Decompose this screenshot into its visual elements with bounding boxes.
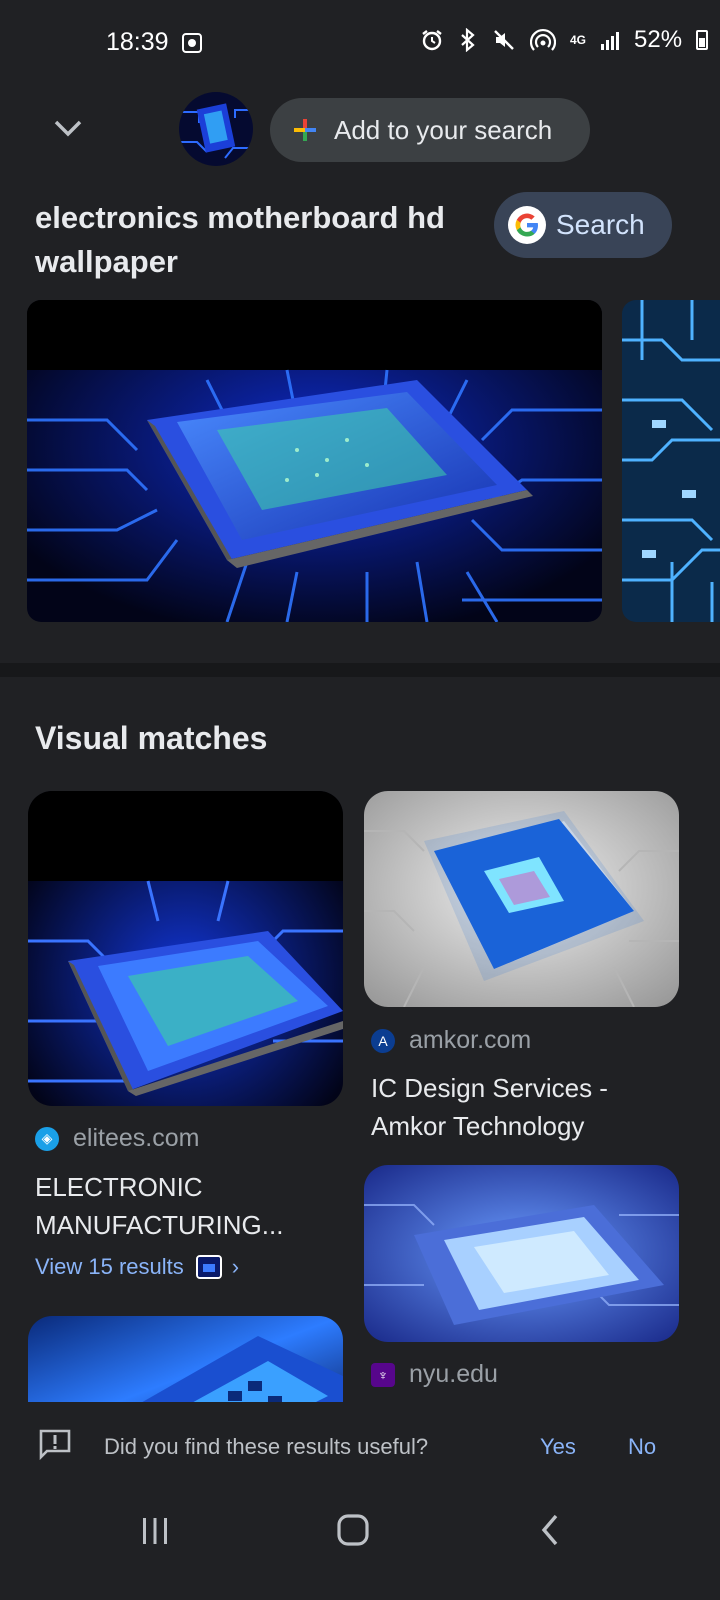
result-source[interactable]: ♆ nyu.edu (371, 1360, 498, 1389)
status-icons: 4G 52% (420, 26, 709, 54)
visual-match-image[interactable] (364, 1165, 679, 1342)
chevron-down-icon[interactable] (50, 110, 86, 146)
visual-match-image[interactable] (364, 791, 679, 1007)
source-domain: nyu.edu (409, 1360, 498, 1388)
source-domain: elitees.com (73, 1124, 200, 1152)
bluetooth-icon (461, 28, 475, 52)
mute-icon (494, 30, 514, 50)
chevron-right-icon: › (231, 1254, 240, 1279)
search-query-text: electronics motherboard hd wallpaper (35, 200, 445, 279)
status-time: 18:39 (106, 28, 169, 56)
alarm-icon (422, 30, 442, 51)
back-icon[interactable] (534, 1512, 568, 1548)
site-favicon-icon: A (371, 1028, 395, 1053)
battery-percent: 52% (634, 26, 683, 53)
feedback-no-button[interactable]: No (628, 1434, 656, 1460)
site-favicon-icon: ♆ (371, 1362, 395, 1387)
result-source[interactable]: A amkor.com (371, 1026, 531, 1055)
recent-apps-icon[interactable] (138, 1514, 172, 1548)
feedback-icon (39, 1429, 71, 1460)
query-thumbnail[interactable] (179, 92, 253, 166)
google-search-button[interactable]: Search (494, 192, 672, 258)
visual-match-image[interactable] (28, 791, 343, 1106)
result-image-main[interactable] (27, 300, 602, 622)
feedback-question: Did you find these results useful? (104, 1434, 429, 1459)
screenshot-icon (182, 33, 202, 53)
system-navigation-bar (0, 1494, 720, 1600)
section-divider (0, 663, 720, 677)
hotspot-icon (530, 28, 556, 51)
result-image-secondary[interactable] (622, 300, 720, 622)
visual-matches-heading: Visual matches (35, 720, 268, 756)
battery-icon (696, 30, 709, 50)
status-bar: 18:39 4G 52% (0, 0, 720, 88)
feedback-yes-button[interactable]: Yes (540, 1434, 576, 1460)
network-4g-icon: 4G (570, 33, 587, 47)
view-more-results-link[interactable]: View 15 results › (35, 1254, 239, 1280)
plus-icon (292, 117, 318, 143)
google-logo-icon (508, 206, 546, 244)
result-title[interactable]: ELECTRONIC MANUFACTURING... (35, 1168, 325, 1244)
source-domain: amkor.com (409, 1026, 532, 1054)
result-source[interactable]: ◈ elitees.com (35, 1124, 199, 1153)
search-button-label: Search (556, 209, 645, 240)
home-icon[interactable] (335, 1512, 371, 1548)
feedback-bar: Did you find these results useful? Yes N… (0, 1402, 720, 1494)
add-to-search-button[interactable]: Add to your search (270, 98, 590, 162)
add-to-search-label: Add to your search (334, 114, 553, 145)
result-title[interactable]: IC Design Services - Amkor Technology (371, 1069, 671, 1141)
signal-icon (601, 32, 620, 50)
view-more-thumbnail (195, 1255, 222, 1279)
view-more-label: View 15 results (35, 1254, 184, 1279)
site-favicon-icon: ◈ (35, 1126, 59, 1151)
